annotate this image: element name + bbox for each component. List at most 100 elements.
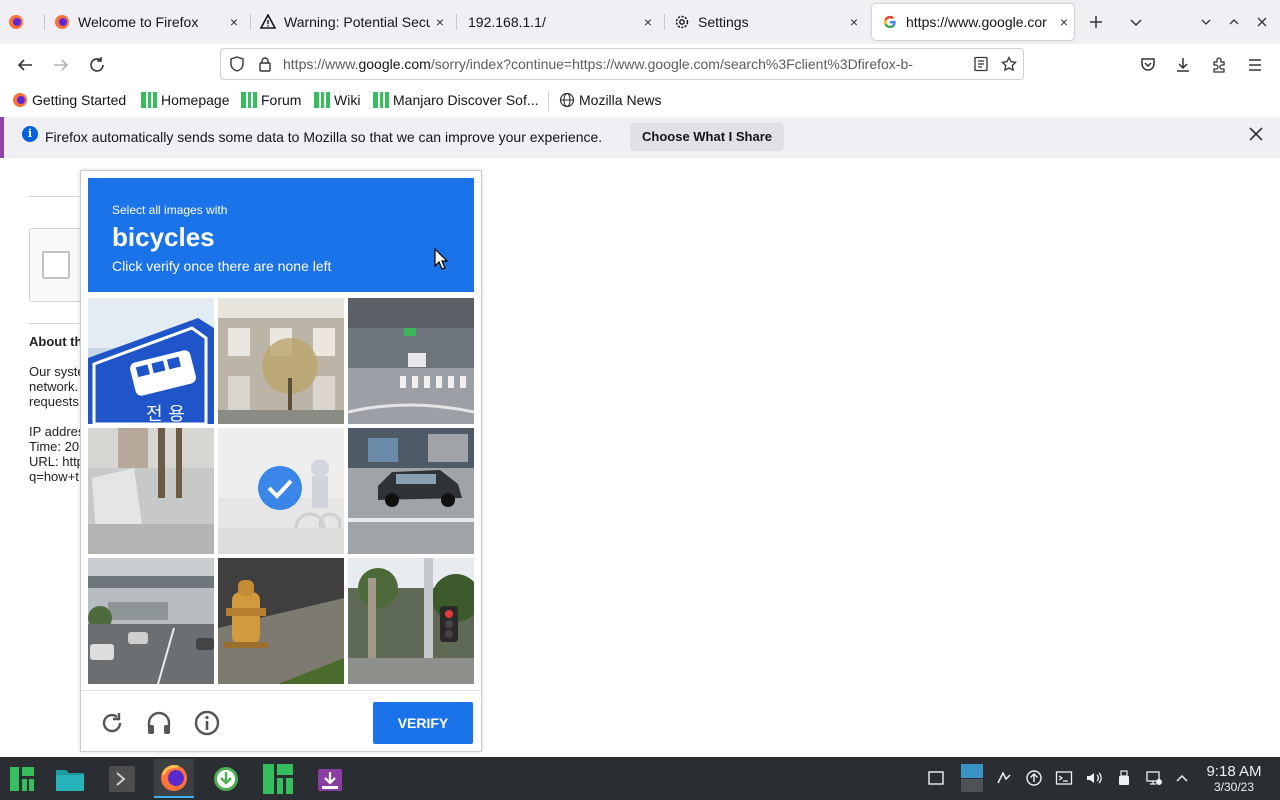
tab-router[interactable]: 192.168.1.1/ × [468, 4, 658, 40]
bookmark-forum[interactable]: Forum [241, 90, 301, 110]
terminal-tray-icon[interactable] [1054, 768, 1074, 788]
volume-icon[interactable] [1084, 768, 1104, 788]
software-update-button[interactable] [206, 759, 246, 798]
tab-title: 192.168.1.1/ [468, 14, 546, 30]
divider [28, 196, 88, 197]
captcha-tile[interactable] [348, 558, 474, 684]
manjaro-hello-button[interactable] [258, 759, 298, 798]
terminal-button[interactable] [102, 759, 142, 798]
warning-icon [260, 14, 276, 30]
back-button[interactable] [12, 52, 38, 78]
verify-button[interactable]: VERIFY [373, 702, 473, 744]
captcha-tile[interactable] [88, 428, 214, 554]
tab-settings[interactable]: Settings × [674, 4, 864, 40]
choose-what-i-share-button[interactable]: Choose What I Share [630, 123, 785, 151]
show-desktop-icon[interactable] [926, 768, 946, 788]
url-text[interactable]: https://www.google.com/sorry/index?conti… [283, 56, 963, 72]
menu-icon[interactable] [1242, 52, 1268, 78]
tab-firefox-view[interactable] [8, 4, 36, 40]
url-bar[interactable]: https://www.google.com/sorry/index?conti… [220, 48, 1024, 80]
tab-close-button[interactable]: × [1054, 14, 1074, 30]
downloads-icon[interactable] [1170, 52, 1196, 78]
chevron-up-icon[interactable] [1172, 768, 1192, 788]
google-icon [882, 14, 898, 30]
tracking-protection-icon[interactable] [229, 56, 245, 77]
bookmark-getting-started[interactable]: Getting Started [12, 90, 126, 110]
tab-close-button[interactable]: × [844, 14, 864, 30]
tab-title: https://www.google.cor [906, 14, 1047, 30]
window-close-button[interactable] [1250, 10, 1274, 34]
lock-icon[interactable] [257, 56, 273, 77]
audio-challenge-icon[interactable] [145, 709, 173, 737]
page-text-line: Our syste [29, 364, 85, 379]
package-manager-button[interactable] [310, 759, 350, 798]
clock[interactable]: 9:18 AM 3/30/23 [1198, 763, 1270, 794]
captcha-tile[interactable] [218, 298, 344, 424]
page-text-line: Time: 20 [29, 439, 80, 454]
usb-device-icon[interactable] [1114, 768, 1134, 788]
captcha-instruction: Select all images with [112, 203, 228, 217]
captcha-tile-selected[interactable] [218, 428, 344, 554]
close-icon[interactable] [1248, 125, 1264, 148]
bookmark-label: Getting Started [32, 92, 127, 108]
captcha-tile[interactable] [348, 298, 474, 424]
manjaro-icon [314, 92, 330, 108]
info-icon[interactable] [193, 709, 221, 737]
bookmark-mozilla-news[interactable]: Mozilla News [559, 90, 661, 110]
file-manager-button[interactable] [50, 759, 90, 798]
firefox-taskbar-button[interactable] [154, 759, 194, 798]
url-domain: google.com [358, 56, 431, 72]
tab-google-active[interactable]: https://www.google.cor × [872, 4, 1074, 40]
bookmark-star-icon[interactable] [1000, 55, 1018, 77]
reload-challenge-icon[interactable] [98, 709, 126, 737]
tab-close-button[interactable]: × [430, 14, 450, 30]
tab-close-button[interactable]: × [224, 14, 244, 30]
taskbar: 9:18 AM 3/30/23 [0, 757, 1280, 800]
list-all-tabs-button[interactable] [1124, 10, 1148, 34]
window-minimize-button[interactable] [1194, 10, 1218, 34]
tab-title: Welcome to Firefox [78, 14, 199, 30]
bookmark-manjaro-discover[interactable]: Manjaro Discover Sof... [373, 90, 539, 110]
window-maximize-button[interactable] [1222, 10, 1246, 34]
recaptcha-checkbox[interactable] [42, 251, 70, 279]
bookmark-label: Manjaro Discover Sof... [393, 92, 539, 108]
page-text-line: URL: http [29, 454, 84, 469]
captcha-tile[interactable] [348, 428, 474, 554]
virtual-desktop-pager[interactable] [960, 763, 984, 793]
url-prefix: https://www. [283, 56, 359, 72]
extensions-icon[interactable] [1206, 52, 1232, 78]
mouse-cursor-icon [434, 247, 449, 275]
network-icon[interactable] [1144, 768, 1164, 788]
firefox-icon [12, 92, 28, 108]
reload-button[interactable] [84, 52, 110, 78]
captcha-hint: Click verify once there are none left [112, 258, 332, 274]
bookmark-homepage[interactable]: Homepage [141, 90, 230, 110]
tab-bar: Welcome to Firefox × Warning: Potential … [0, 0, 1280, 44]
captcha-tile[interactable] [88, 558, 214, 684]
pocket-icon[interactable] [1135, 52, 1161, 78]
page-text-line: IP addres [29, 424, 85, 439]
application-menu-button[interactable] [2, 759, 42, 798]
page-text-line: requests [29, 394, 79, 409]
url-path: /sorry/index?continue=https://www.google… [430, 56, 913, 72]
tab-welcome[interactable]: Welcome to Firefox × [54, 4, 244, 40]
captcha-target: bicycles [112, 222, 215, 252]
reader-view-icon[interactable] [973, 56, 989, 77]
kde-connect-icon[interactable] [994, 768, 1014, 788]
gear-icon [674, 14, 690, 30]
updates-icon[interactable] [1024, 768, 1044, 788]
tab-close-button[interactable]: × [638, 14, 658, 30]
clock-date: 3/30/23 [1213, 780, 1255, 794]
captcha-header: Select all images with bicycles Click ve… [88, 178, 474, 292]
tab-warning[interactable]: Warning: Potential Secu × [260, 4, 450, 40]
bookmark-wiki[interactable]: Wiki [314, 90, 360, 110]
captcha-tile[interactable]: 전 용 [88, 298, 214, 424]
captcha-tile[interactable] [218, 558, 344, 684]
navigation-bar: https://www.google.com/sorry/index?conti… [0, 44, 1280, 84]
forward-button[interactable] [48, 52, 74, 78]
new-tab-button[interactable] [1084, 10, 1108, 34]
globe-icon [559, 92, 575, 108]
firefox-icon [54, 14, 70, 30]
bookmark-label: Homepage [161, 92, 230, 108]
page-text-line: network. [29, 379, 79, 394]
